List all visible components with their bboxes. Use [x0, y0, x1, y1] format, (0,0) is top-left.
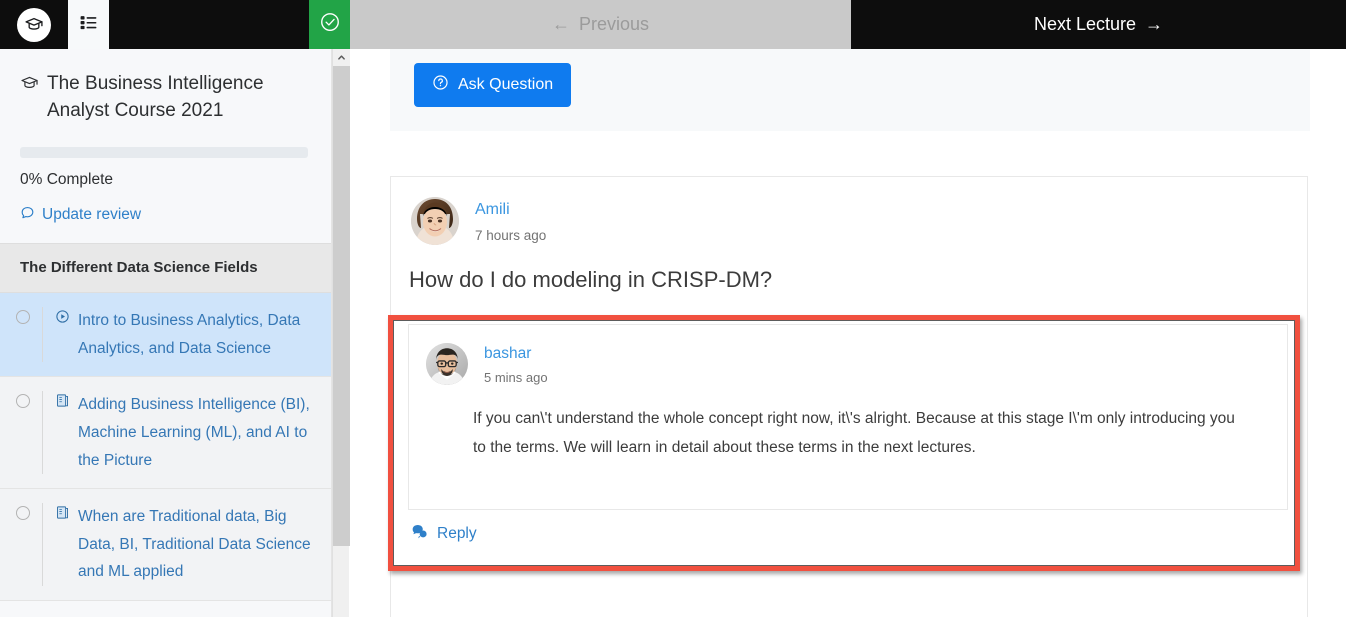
arrow-left-icon: ← — [551, 14, 570, 34]
next-lecture-label: Next Lecture — [1033, 14, 1137, 34]
graduation-cap-icon — [20, 74, 39, 102]
user-avatar-bashar — [426, 343, 468, 385]
sidebar-course-title-text: The Business Intelligence Analyst Course… — [47, 73, 264, 121]
question-title: How do I do modeling in CRISP-DM? — [409, 267, 773, 292]
brand-logo-button[interactable] — [0, 0, 68, 49]
question-circle-icon — [432, 74, 449, 96]
ask-question-band: Ask Question — [390, 49, 1310, 131]
avatar — [426, 343, 468, 385]
reply-link[interactable]: Reply — [408, 524, 477, 544]
reply-highlight-box: bashar 5 mins ago If you can\'t understa… — [388, 315, 1300, 571]
play-circle-icon — [55, 309, 70, 329]
graduation-cap-icon — [17, 7, 51, 42]
lecture-complete-checkbox[interactable] — [16, 310, 30, 325]
check-circle-icon — [319, 11, 341, 38]
user-avatar-amili — [411, 197, 459, 245]
question-author-name[interactable]: Amili — [475, 200, 546, 221]
ask-question-label: Ask Question — [458, 76, 554, 93]
sidebar-item-when-are-traditional-data[interactable]: When are Traditional data, Big Data, BI,… — [0, 489, 331, 601]
comment-icon — [20, 205, 35, 225]
reply-body: If you can\'t understand the whole conce… — [473, 410, 1235, 456]
main-content-area: Ask Question Amili 7 hours ago How do I … — [350, 49, 1346, 617]
chevron-up-icon[interactable] — [333, 49, 350, 66]
sidebar-item-adding-business-intelligence[interactable]: Adding Business Intelligence (BI), Machi… — [0, 377, 331, 490]
reply-card: bashar 5 mins ago If you can\'t understa… — [393, 320, 1295, 566]
sidebar-item-label: When are Traditional data, Big Data, BI,… — [78, 508, 311, 581]
ask-question-button[interactable]: Ask Question — [414, 63, 572, 107]
reply-link-label: Reply — [437, 525, 477, 542]
course-progress-label: 0% Complete — [20, 170, 114, 188]
course-sidebar: The Business Intelligence Analyst Course… — [0, 49, 332, 617]
previous-lecture-label: Previous — [578, 14, 650, 34]
sidebar-section-header-0[interactable]: The Different Data Science Fields — [0, 242, 331, 294]
reply-author-name[interactable]: bashar — [484, 345, 548, 363]
course-progress-bar — [20, 146, 308, 158]
sidebar-item-intro-to-business-analytics[interactable]: Intro to Business Analytics, Data Analyt… — [0, 293, 331, 378]
reply-timestamp: 5 mins ago — [484, 370, 548, 385]
sidebar-course-header: The Business Intelligence Analyst Course… — [0, 49, 331, 243]
reply-author-row: bashar 5 mins ago — [409, 325, 1287, 385]
top-navigation-bar: ← Previous Next Lecture → — [0, 0, 1346, 49]
update-review-label: Update review — [42, 205, 142, 223]
sidebar-item-label: Intro to Business Analytics, Data Analyt… — [78, 312, 301, 357]
arrow-right-icon: → — [1145, 14, 1164, 34]
presentation-icon — [55, 393, 70, 413]
topbar-spacer — [109, 0, 309, 49]
lecture-complete-checkbox[interactable] — [16, 506, 30, 521]
sidebar-scrollbar[interactable] — [332, 49, 350, 617]
sidebar-section-gap — [0, 600, 331, 617]
previous-lecture-button[interactable]: ← Previous — [350, 0, 851, 49]
question-author-row: Amili 7 hours ago — [391, 177, 1307, 245]
course-content-list-button[interactable] — [68, 0, 109, 49]
sidebar-item-label: Adding Business Intelligence (BI), Machi… — [78, 396, 310, 469]
next-lecture-button[interactable]: Next Lecture → — [851, 0, 1346, 49]
sidebar-course-title: The Business Intelligence Analyst Course… — [20, 71, 311, 125]
reply-content: bashar 5 mins ago If you can\'t understa… — [408, 324, 1288, 509]
presentation-icon — [55, 505, 70, 525]
reply-footer: Reply — [408, 509, 1288, 565]
sidebar-scrollbar-thumb[interactable] — [333, 66, 350, 546]
update-review-link[interactable]: Update review — [20, 205, 311, 225]
course-content-list-icon — [79, 13, 98, 37]
reply-comment-icon — [411, 524, 428, 544]
avatar — [411, 197, 459, 245]
mark-complete-button[interactable] — [309, 0, 350, 49]
question-timestamp: 7 hours ago — [475, 227, 547, 243]
lecture-complete-checkbox[interactable] — [16, 394, 30, 409]
